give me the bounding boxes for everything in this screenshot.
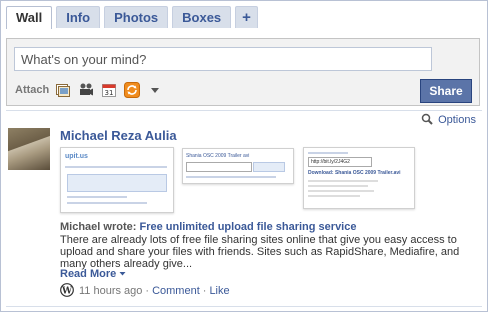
story-headline: Michael wrote: Free unlimited upload fil… <box>60 221 356 233</box>
link-thumbnail-3[interactable]: http://bit.ly/2J4G2 Download: Shania OSC… <box>303 147 415 209</box>
thumbnail-download-text: Download: Shania OSC 2009 Trailer.avi <box>308 170 401 176</box>
thumbnail-bar <box>308 152 348 154</box>
thumbnail-bar <box>65 166 167 168</box>
tab-wall[interactable]: Wall <box>6 6 53 29</box>
status-input[interactable] <box>14 47 432 71</box>
story-author[interactable]: Michael Reza Aulia <box>60 128 177 143</box>
thumbnail-bar <box>308 190 374 192</box>
options-label: Options <box>438 114 476 126</box>
options-link[interactable]: Options <box>421 113 476 127</box>
story-timestamp[interactable]: 11 hours ago <box>79 285 142 297</box>
divider <box>6 306 482 307</box>
thumbnail-field <box>186 162 252 172</box>
divider <box>6 110 482 111</box>
wordpress-icon: W <box>60 282 74 300</box>
thumbnail-bar <box>67 196 127 198</box>
thumbnail-bar <box>308 195 360 197</box>
tab-boxes[interactable]: Boxes <box>172 6 232 28</box>
avatar[interactable] <box>8 128 50 170</box>
photo-icon[interactable] <box>55 82 71 98</box>
story-link-title[interactable]: Free unlimited upload file sharing servi… <box>139 221 356 233</box>
event-icon[interactable]: 31 <box>101 82 117 98</box>
attach-label: Attach <box>15 84 50 96</box>
read-more-label: Read More <box>60 268 117 280</box>
share-button[interactable]: Share <box>420 79 472 103</box>
thumbnail-bar <box>67 202 147 204</box>
add-tab-button[interactable]: + <box>235 6 258 28</box>
like-link[interactable]: Like <box>209 285 229 297</box>
chevron-down-icon <box>119 268 126 280</box>
link-thumbnail-2[interactable]: Shania OSC 2009 Trailer avi <box>182 148 294 184</box>
read-more-link[interactable]: Read More <box>60 268 126 280</box>
svg-text:W: W <box>61 286 73 296</box>
story-body: There are already lots of free file shar… <box>60 234 460 270</box>
comment-link[interactable]: Comment <box>152 285 200 297</box>
video-icon[interactable] <box>78 82 94 98</box>
status-publisher: Attach 31 Share <box>6 38 480 106</box>
svg-text:31: 31 <box>105 89 114 97</box>
thumbnail-bar <box>308 185 368 187</box>
thumbnail-bar <box>186 176 276 178</box>
thumbnail-url-field: http://bit.ly/2J4G2 <box>308 157 372 167</box>
thumbnail-button <box>253 162 285 172</box>
magnifier-icon <box>421 113 433 128</box>
thumbnail-bar <box>308 180 378 182</box>
wrote-prefix: Michael wrote: <box>60 221 137 233</box>
thumbnail-caption: Shania OSC 2009 Trailer avi <box>186 153 250 159</box>
tab-photos[interactable]: Photos <box>104 6 169 28</box>
more-chevron-icon[interactable] <box>147 82 163 98</box>
profile-tabs: Wall Info Photos Boxes + <box>6 6 262 29</box>
link-icon[interactable] <box>124 82 141 98</box>
tab-info[interactable]: Info <box>56 6 101 28</box>
thumbnail-logo-text: upit.us <box>65 153 88 160</box>
story-meta: W 11 hours ago · Comment · Like <box>60 282 230 300</box>
thumbnail-panel <box>67 174 167 192</box>
link-thumbnail-1[interactable]: upit.us <box>60 147 174 213</box>
meta-separator: · <box>145 285 150 297</box>
meta-separator: · <box>202 285 207 297</box>
attach-row: Attach 31 <box>15 82 170 98</box>
